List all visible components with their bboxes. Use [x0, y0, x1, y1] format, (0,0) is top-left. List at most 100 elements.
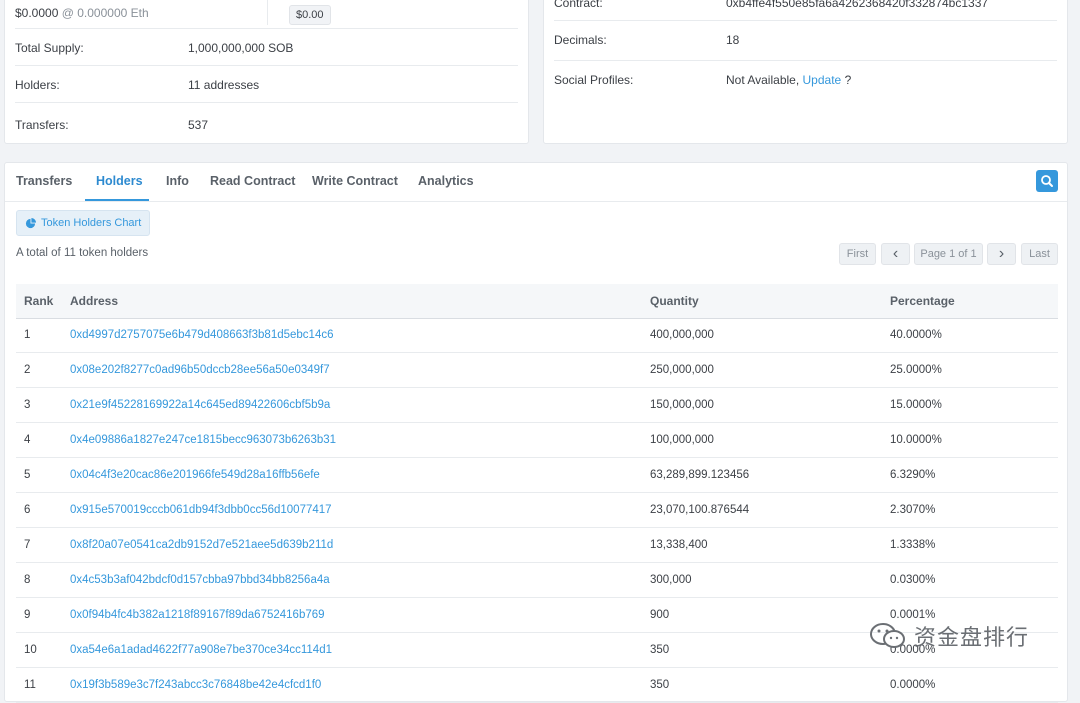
- wechat-icon: [870, 623, 905, 648]
- row-quantity: 250,000,000: [650, 364, 714, 376]
- pie-chart-icon: [25, 217, 36, 228]
- holders-label: Holders:: [15, 78, 60, 92]
- row-quantity: 100,000,000: [650, 434, 714, 446]
- row-rank: 5: [24, 469, 31, 481]
- holders-total-text: A total of 11 token holders: [16, 247, 149, 259]
- token-overview-card: $0.0000 @ 0.000000 Eth $0.00 Total Suppl…: [4, 0, 529, 144]
- holder-address-link[interactable]: 0x04c4f3e20cac86e201966fe549d28a16ffb56e…: [70, 469, 320, 481]
- decimals-label: Decimals:: [554, 33, 607, 47]
- row-quantity: 13,338,400: [650, 539, 708, 551]
- row-quantity: 900: [650, 609, 670, 621]
- table-row: 11 0x19f3b589e3c7f243abcc3c76848be42e4cf…: [16, 668, 1058, 703]
- column-percentage: Percentage: [890, 294, 955, 308]
- row-percentage: 25.0000%: [890, 364, 942, 376]
- row-quantity: 400,000,000: [650, 329, 714, 341]
- price-line: $0.0000 @ 0.000000 Eth: [15, 6, 149, 20]
- row-percentage: 0.0000%: [890, 679, 936, 691]
- table-row: 2 0x08e202f8277c0ad96b50dccb28ee56a50e03…: [16, 353, 1058, 388]
- column-address: Address: [70, 294, 119, 308]
- column-rank: Rank: [24, 294, 54, 308]
- pager-last-button[interactable]: Last: [1021, 243, 1058, 265]
- tab-analytics[interactable]: Analytics: [418, 174, 474, 188]
- price-eth: @ 0.000000 Eth: [61, 6, 149, 20]
- holder-address-link[interactable]: 0xa54e6a1adad4622f77a908e7be370ce34cc114…: [70, 644, 332, 656]
- total-supply-value: 1,000,000,000 SOB: [188, 41, 294, 55]
- transfers-value: 537: [188, 118, 209, 132]
- divider: [15, 102, 518, 103]
- row-percentage: 0.0300%: [890, 574, 936, 586]
- holders-value: 11 addresses: [188, 78, 260, 92]
- row-rank: 10: [24, 644, 37, 656]
- divider: [267, 0, 268, 25]
- tab-transfers[interactable]: Transfers: [16, 174, 72, 188]
- row-percentage: 1.3338%: [890, 539, 936, 551]
- holder-address-link[interactable]: 0x915e570019cccb061db94f3dbb0cc56d100774…: [70, 504, 332, 516]
- contract-label: Contract:: [554, 0, 603, 10]
- row-rank: 4: [24, 434, 31, 446]
- table-row: 1 0xd4997d2757075e6b479d408663f3b81d5ebc…: [16, 318, 1058, 353]
- total-supply-label: Total Supply:: [15, 41, 84, 55]
- holder-address-link[interactable]: 0xd4997d2757075e6b479d408663f3b81d5ebc14…: [70, 329, 333, 341]
- row-percentage: 10.0000%: [890, 434, 942, 446]
- social-profiles-label: Social Profiles:: [554, 73, 634, 87]
- pager-prev-button[interactable]: ‹: [881, 243, 910, 265]
- row-quantity: 63,289,899.123456: [650, 469, 750, 481]
- market-cap-button[interactable]: $0.00: [289, 5, 331, 25]
- row-quantity: 350: [650, 644, 670, 656]
- row-percentage: 40.0000%: [890, 329, 942, 341]
- pager-first-button[interactable]: First: [839, 243, 876, 265]
- table-row: 5 0x04c4f3e20cac86e201966fe549d28a16ffb5…: [16, 458, 1058, 493]
- row-quantity: 23,070,100.876544: [650, 504, 750, 516]
- social-profiles-value: Not Available, Update ?: [726, 73, 851, 87]
- row-percentage: 15.0000%: [890, 399, 942, 411]
- row-rank: 9: [24, 609, 31, 621]
- table-row: 4 0x4e09886a1827e247ce1815becc963073b626…: [16, 423, 1058, 458]
- social-not-available: Not Available,: [726, 73, 800, 87]
- holder-address-link[interactable]: 0x8f20a07e0541ca2db9152d7e521aee5d639b21…: [70, 539, 333, 551]
- search-button[interactable]: [1036, 170, 1058, 192]
- holder-address-link[interactable]: 0x4e09886a1827e247ce1815becc963073b6263b…: [70, 434, 336, 446]
- token-holders-chart-button[interactable]: Token Holders Chart: [16, 210, 151, 236]
- tab-write-contract[interactable]: Write Contract: [312, 174, 398, 188]
- row-rank: 8: [24, 574, 31, 586]
- holder-address-link[interactable]: 0x08e202f8277c0ad96b50dccb28ee56a50e0349…: [70, 364, 330, 376]
- table-row: 7 0x8f20a07e0541ca2db9152d7e521aee5d639b…: [16, 528, 1058, 563]
- holder-address-link[interactable]: 0x21e9f45228169922a14c645ed89422606cbf5b…: [70, 399, 330, 411]
- holder-address-link[interactable]: 0x0f94b4fc4b382a1218f89167f89da6752416b7…: [70, 609, 325, 621]
- holder-address-link[interactable]: 0x4c53b3af042bdcf0d157cbba97bbd34bb8256a…: [70, 574, 330, 586]
- row-rank: 6: [24, 504, 31, 516]
- price-value: $0.0000: [15, 6, 59, 20]
- pager-page-indicator: Page 1 of 1: [914, 243, 983, 265]
- social-update-link[interactable]: Update: [803, 73, 842, 87]
- search-icon: [1041, 175, 1053, 187]
- row-rank: 1: [24, 329, 31, 341]
- tab-read-contract[interactable]: Read Contract: [210, 174, 295, 188]
- row-rank: 7: [24, 539, 31, 551]
- table-row: 3 0x21e9f45228169922a14c645ed89422606cbf…: [16, 388, 1058, 423]
- table-row: 6 0x915e570019cccb061db94f3dbb0cc56d1007…: [16, 493, 1058, 528]
- holder-address-link[interactable]: 0x19f3b589e3c7f243abcc3c76848be42e4cfcd1…: [70, 679, 321, 691]
- holders-table-header: Rank Address Quantity Percentage: [16, 284, 1058, 319]
- row-rank: 11: [24, 679, 36, 691]
- table-row: 8 0x4c53b3af042bdcf0d157cbba97bbd34bb825…: [16, 563, 1058, 598]
- decimals-value: 18: [726, 33, 740, 47]
- row-rank: 2: [24, 364, 31, 376]
- help-icon[interactable]: ?: [845, 73, 852, 87]
- row-quantity: 150,000,000: [650, 399, 714, 411]
- token-profile-card: Contract: 0xb4ffe4f550e85fa6a4262368420f…: [543, 0, 1068, 144]
- divider: [554, 20, 1057, 21]
- watermark-text: 资金盘排行: [914, 625, 1030, 650]
- tab-holders[interactable]: Holders: [96, 174, 143, 188]
- pager-next-button[interactable]: ›: [987, 243, 1016, 265]
- row-quantity: 350: [650, 679, 670, 691]
- tab-info[interactable]: Info: [166, 174, 189, 188]
- row-percentage: 2.3070%: [890, 504, 936, 516]
- transfers-label: Transfers:: [15, 118, 69, 132]
- contract-address-link[interactable]: 0xb4ffe4f550e85fa6a4262368420f332874bc13…: [726, 0, 988, 10]
- watermark: 资金盘排行: [868, 620, 1029, 652]
- divider: [15, 65, 518, 66]
- column-quantity: Quantity: [650, 294, 699, 308]
- divider: [554, 60, 1057, 61]
- chart-button-label: Token Holders Chart: [41, 217, 142, 229]
- active-tab-indicator: [85, 199, 149, 201]
